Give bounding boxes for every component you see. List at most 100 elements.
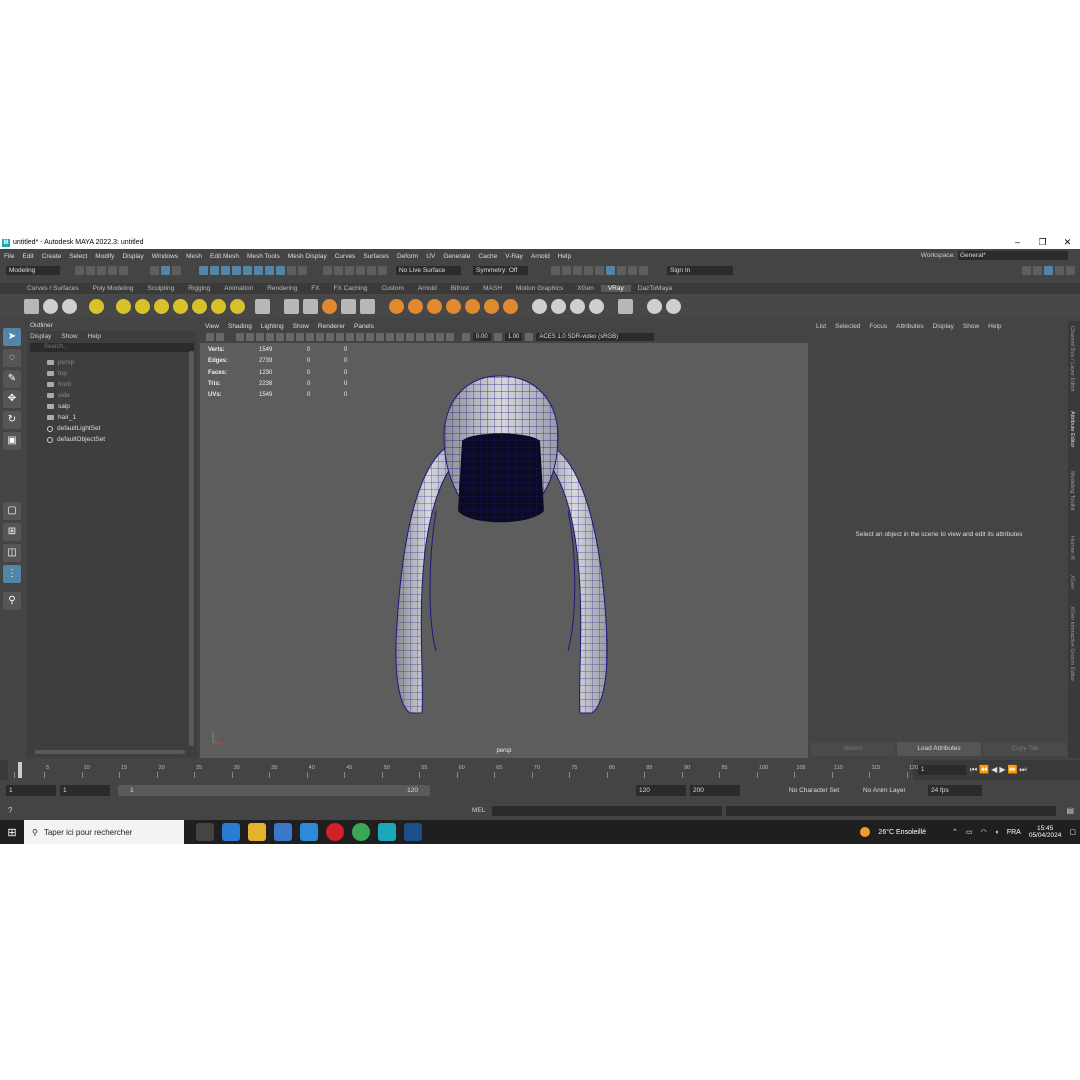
new-scene-icon[interactable] [75, 265, 84, 275]
redo-icon[interactable] [119, 265, 128, 275]
shelf-tab-daztomaya[interactable]: DazToMaya [631, 285, 679, 292]
vray-fur-icon[interactable] [360, 298, 375, 314]
menu-edit-mesh[interactable]: Edit Mesh [206, 253, 243, 260]
outliner-item[interactable]: side [27, 390, 187, 401]
network-icon[interactable]: ▭ [966, 828, 973, 836]
mask-handles-icon[interactable] [210, 265, 219, 275]
mask-surfaces-icon[interactable] [243, 265, 252, 275]
restore-icon[interactable]: ❐ [1030, 236, 1055, 249]
outliner-menu-show[interactable]: Show [61, 333, 77, 340]
chrome-icon[interactable] [352, 823, 370, 841]
vray-light-ies-icon[interactable] [173, 298, 188, 314]
tray-chevron-icon[interactable]: ⌃ [952, 828, 958, 836]
vray-frame-buffer-icon[interactable] [255, 298, 270, 314]
vray-uvw-icon[interactable] [465, 298, 480, 314]
animation-start-field[interactable]: 1 [6, 785, 56, 796]
outliner-item[interactable]: salp [27, 401, 187, 412]
snap-surface-icon[interactable] [367, 265, 376, 275]
rotate-tool-icon[interactable]: ↻ [3, 411, 21, 429]
attr-menu-selected[interactable]: Selected [835, 323, 860, 330]
highlight-selection-icon[interactable] [298, 265, 307, 275]
workspace-selector[interactable]: Workspace: General* [921, 251, 1068, 260]
vray-render-icon[interactable] [617, 265, 626, 275]
volume-icon[interactable]: ◖ [995, 829, 999, 836]
vray-light-rect-icon[interactable] [116, 298, 131, 314]
snap-curve-icon[interactable] [334, 265, 343, 275]
playback-start-field[interactable]: 1 [60, 785, 110, 796]
side-tab-human-ik[interactable]: Human IK [1069, 536, 1075, 560]
outliner-item[interactable]: persp [27, 357, 187, 368]
live-surface-field[interactable]: No Live Surface [396, 265, 461, 275]
menu-curves[interactable]: Curves [331, 253, 360, 260]
attr-menu-list[interactable]: List [816, 323, 826, 330]
shelf-tab-xgen[interactable]: XGen [570, 285, 601, 292]
select-button[interactable]: Select [811, 742, 895, 756]
menu-windows[interactable]: Windows [148, 253, 182, 260]
move-tool-icon[interactable]: ✥ [3, 390, 21, 408]
vray-displacement-icon[interactable] [408, 298, 423, 314]
current-time-indicator[interactable] [18, 762, 22, 778]
history-icon[interactable] [551, 265, 560, 275]
vray-sphere-icon[interactable] [43, 298, 58, 314]
outliner-item[interactable]: hair_1 [27, 412, 187, 423]
menu-create[interactable]: Create [38, 253, 66, 260]
shelf-tab-poly-modeling[interactable]: Poly Modeling [86, 285, 141, 292]
steam-icon[interactable] [404, 823, 422, 841]
vray-object-properties-icon[interactable] [532, 298, 547, 314]
shelf-tab-fx-caching[interactable]: FX Caching [327, 285, 375, 292]
help-icon[interactable]: ? [8, 806, 12, 815]
paint-select-icon[interactable]: ✎ [3, 370, 21, 388]
vray-toolbox-icon[interactable] [618, 298, 633, 314]
vray-decal-icon[interactable] [484, 298, 499, 314]
open-scene-icon[interactable] [86, 265, 95, 275]
shelf-tab-fx[interactable]: FX [304, 285, 326, 292]
vray-ipr-shelf-icon[interactable] [62, 298, 77, 314]
attr-menu-attributes[interactable]: Attributes [896, 323, 923, 330]
select-component-icon[interactable] [172, 265, 181, 275]
menu-uv[interactable]: UV [422, 253, 439, 260]
menu-generate[interactable]: Generate [439, 253, 474, 260]
task-view-icon[interactable] [196, 823, 214, 841]
animation-end-field[interactable]: 200 [690, 785, 740, 796]
render-view-icon[interactable] [562, 265, 571, 275]
mel-label[interactable]: MEL [472, 807, 485, 814]
notifications-icon[interactable]: ▢ [1069, 828, 1076, 836]
range-slider-bar[interactable]: 1 120 [118, 785, 430, 796]
menu-deform[interactable]: Deform [393, 253, 422, 260]
weather-text[interactable]: 26°C Ensoleillé [878, 829, 926, 836]
menu-file[interactable]: File [0, 253, 18, 260]
attr-menu-help[interactable]: Help [988, 323, 1001, 330]
command-input[interactable] [492, 806, 722, 816]
channel-box-icon[interactable] [1066, 265, 1075, 275]
opera-icon[interactable] [326, 823, 344, 841]
shelf-tab-custom[interactable]: Custom [374, 285, 410, 292]
vray-color-picker-icon[interactable] [589, 298, 604, 314]
two-view-icon[interactable]: ◫ [3, 544, 21, 562]
shelf-tab-bifrost[interactable]: Bifrost [444, 285, 476, 292]
shelf-tab-animation[interactable]: Animation [217, 285, 260, 292]
shelf-tab-vray[interactable]: VRay [600, 285, 631, 292]
hair-right-strand[interactable] [539, 445, 608, 714]
menu-cache[interactable]: Cache [474, 253, 501, 260]
tool-settings-icon[interactable] [1055, 265, 1064, 275]
fps-dropdown[interactable]: 24 fps [928, 785, 982, 796]
vray-light-mesh-icon[interactable] [154, 298, 169, 314]
lasso-tool-icon[interactable]: ◌ [3, 349, 21, 367]
outliner-vertical-scrollbar[interactable] [189, 351, 194, 746]
maya-taskbar-icon[interactable] [378, 823, 396, 841]
four-view-icon[interactable]: ⊞ [3, 523, 21, 541]
vray-light-dome-icon[interactable] [89, 298, 104, 314]
mask-joints-icon[interactable] [221, 265, 230, 275]
playback-end-field[interactable]: 120 [636, 785, 686, 796]
select-object-icon[interactable] [161, 265, 170, 275]
select-hierarchy-icon[interactable] [150, 265, 159, 275]
mail-icon[interactable] [300, 823, 318, 841]
outliner-layout-icon[interactable]: ⋮ [3, 565, 21, 583]
zoom-icon[interactable]: ⚲ [3, 592, 21, 610]
attr-menu-focus[interactable]: Focus [869, 323, 887, 330]
menu-mesh-display[interactable]: Mesh Display [284, 253, 331, 260]
snap-vertex-icon[interactable] [378, 265, 387, 275]
script-editor-icon[interactable]: ▤ [1066, 806, 1074, 815]
clock[interactable]: 15:45 05/04/2024 [1029, 825, 1062, 839]
outliner-item[interactable]: front [27, 379, 187, 390]
